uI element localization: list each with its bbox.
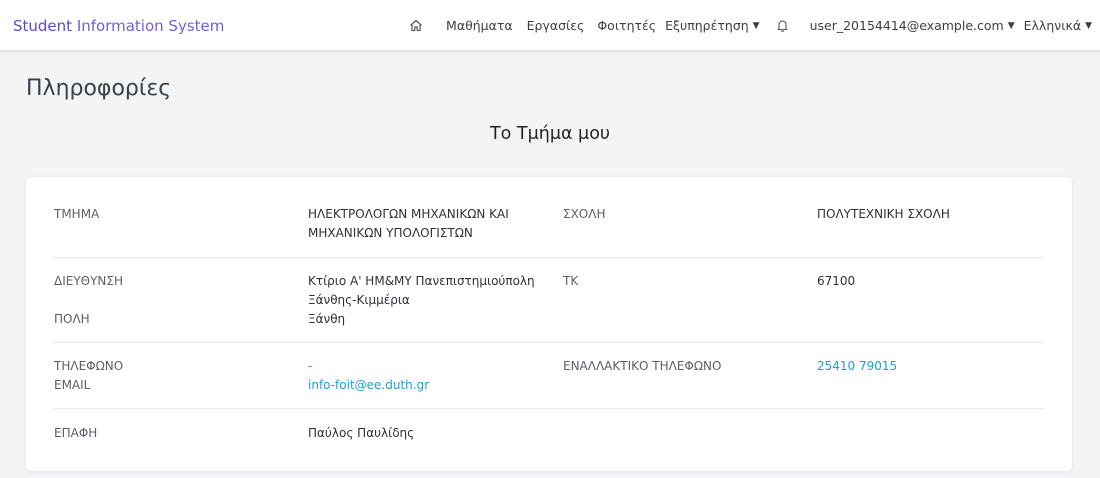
language-selector[interactable]: Ελληνικά ▼ [1024, 18, 1092, 33]
page-title: Πληροφορίες [26, 76, 172, 101]
row-divider [54, 342, 1044, 343]
city-label: ΠΟΛΗ [54, 312, 90, 326]
contact-value: Παύλος Παυλίδης [308, 426, 415, 440]
nav-item-assignments[interactable]: Εργασίες [527, 18, 585, 33]
user-email: user_20154414@example.com [809, 18, 1004, 33]
postal-code-label: ΤΚ [563, 274, 579, 288]
brand-text-rest: Information System [72, 17, 225, 35]
language-label: Ελληνικά [1023, 18, 1082, 33]
section-title: Το Τμήμα μου [489, 124, 611, 144]
nav-item-services[interactable]: Εξυπηρέτηση ▼ [665, 18, 759, 33]
chevron-down-icon: ▼ [1085, 20, 1092, 31]
phone-link[interactable]: - [308, 357, 312, 376]
top-navbar: Student Information System Μαθήματα Εργα… [0, 0, 1100, 51]
nav-menu: Μαθήματα Εργασίες Φοιτητές Εξυπηρέτηση ▼… [409, 0, 1092, 51]
address-label: ΔΙΕΥΘΥΝΣΗ [54, 274, 124, 288]
brand-text-first: Student [13, 17, 73, 35]
email-link[interactable]: info-foit@ee.duth.gr [308, 376, 429, 395]
department-info-card: ΤΜΗΜΑ ΗΛΕΚΤΡΟΛΟΓΩΝ ΜΗΧΑΝΙΚΩΝ ΚΑΙ ΜΗΧΑΝΙΚ… [26, 177, 1072, 471]
address-value: Κτίριο Α' ΗΜ&ΜΥ Πανεπιστημιούπολη Ξάνθης… [308, 272, 535, 310]
bell-icon [777, 20, 788, 32]
department-value-line2: ΜΗΧΑΝΙΚΩΝ ΥΠΟΛΟΓΙΣΤΩΝ [308, 226, 473, 240]
row-divider [54, 408, 1044, 409]
chevron-down-icon: ▼ [752, 20, 760, 31]
brand-logo[interactable]: Student Information System [13, 17, 224, 35]
phone-label: ΤΗΛΕΦΩΝΟ [54, 359, 124, 373]
alt-phone-label: ΕΝΑΛΛΑΚΤΙΚΟ ΤΗΛΕΦΩΝΟ [563, 359, 722, 373]
home-link[interactable] [409, 19, 423, 32]
school-value: ΠΟΛΥΤΕΧΝΙΚΗ ΣΧΟΛΗ [817, 207, 950, 221]
department-label: ΤΜΗΜΑ [54, 207, 100, 221]
postal-code-value: 67100 [817, 274, 856, 288]
row-divider [54, 257, 1044, 258]
services-label: Εξυπηρέτηση [665, 18, 749, 33]
department-value: ΗΛΕΚΤΡΟΛΟΓΩΝ ΜΗΧΑΝΙΚΩΝ ΚΑΙ ΜΗΧΑΝΙΚΩΝ ΥΠΟ… [308, 205, 509, 243]
nav-item-courses[interactable]: Μαθήματα [446, 18, 513, 33]
user-menu[interactable]: user_20154414@example.com ▼ [810, 18, 1015, 33]
home-icon [410, 19, 422, 32]
chevron-down-icon: ▼ [1007, 20, 1015, 31]
email-label: EMAIL [54, 378, 91, 392]
nav-item-students[interactable]: Φοιτητές [597, 18, 656, 33]
school-label: ΣΧΟΛΗ [563, 207, 606, 221]
address-value-line1: Κτίριο Α' ΗΜ&ΜΥ Πανεπιστημιούπολη [308, 274, 535, 288]
contact-label: ΕΠΑΦΗ [54, 426, 98, 440]
city-value: Ξάνθη [308, 312, 346, 326]
address-value-line2: Ξάνθης-Κιμμέρια [308, 293, 410, 307]
alt-phone-link[interactable]: 25410 79015 [817, 357, 897, 376]
notifications-button[interactable] [777, 19, 788, 32]
department-value-line1: ΗΛΕΚΤΡΟΛΟΓΩΝ ΜΗΧΑΝΙΚΩΝ ΚΑΙ [308, 207, 509, 221]
